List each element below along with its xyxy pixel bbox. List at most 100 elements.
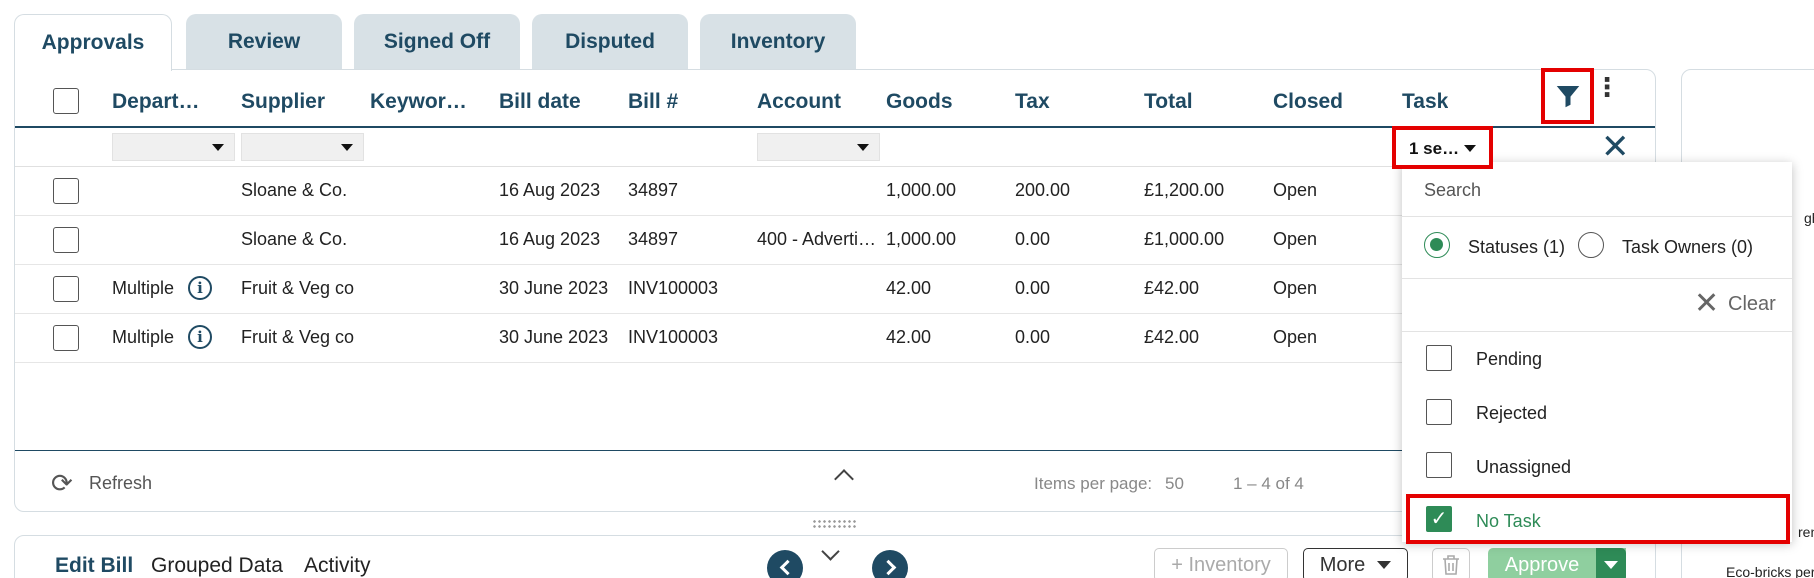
- approve-options-button[interactable]: [1596, 548, 1626, 578]
- caret-down-icon: [212, 144, 224, 151]
- column-header-supplier[interactable]: Supplier: [241, 90, 325, 114]
- more-button[interactable]: More: [1303, 548, 1408, 578]
- side-panel-text: Eco-bricks per: [1726, 564, 1814, 578]
- cell-bill-number: 34897: [628, 180, 679, 200]
- cell-tax: 0.00: [1015, 278, 1051, 298]
- option-unassigned[interactable]: Unassigned: [1476, 457, 1571, 478]
- more-button-label: More: [1319, 553, 1366, 576]
- menu-divider: [1402, 278, 1792, 279]
- previous-bill-button[interactable]: [767, 550, 803, 578]
- table-row[interactable]: Sloane & Co. 16 Aug 2023 34897 400 - Adv…: [15, 216, 1415, 265]
- pagination-range: 1 – 4 of 4: [1233, 474, 1304, 493]
- clear-filter-button[interactable]: Clear: [1728, 293, 1776, 316]
- kebab-menu-icon[interactable]: ⋮: [1594, 74, 1620, 100]
- task-filter-menu: Search Statuses (1) Task Owners (0) ✕ Cl…: [1402, 162, 1792, 542]
- caret-down-icon: [341, 144, 353, 151]
- filter-toggle-button[interactable]: [1541, 68, 1594, 124]
- cell-bill-date: 30 June 2023: [499, 327, 609, 347]
- caret-down-icon: [857, 144, 869, 151]
- cell-total: £1,200.00: [1144, 180, 1225, 200]
- tab-activity[interactable]: Activity: [304, 554, 371, 578]
- highlight-no-task: [1406, 494, 1790, 544]
- cell-total: £1,000.00: [1144, 229, 1225, 249]
- items-per-page-value[interactable]: 50: [1165, 474, 1184, 494]
- select-all-checkbox[interactable]: [53, 88, 79, 114]
- cell-bill-date: 30 June 2023: [499, 278, 609, 298]
- cell-closed: Open: [1273, 278, 1318, 298]
- table-row[interactable]: Multiple i Fruit & Veg co 30 June 2023 I…: [15, 265, 1415, 314]
- cell-closed: Open: [1273, 180, 1318, 200]
- statuses-radio[interactable]: [1424, 232, 1450, 258]
- column-header-goods[interactable]: Goods: [886, 90, 953, 114]
- cell-supplier: Sloane & Co.: [241, 229, 348, 249]
- menu-divider: [1402, 331, 1792, 332]
- cell-tax: 0.00: [1015, 229, 1051, 249]
- task-filter-search-input[interactable]: Search: [1424, 180, 1481, 201]
- approve-button-label: Approve: [1504, 553, 1580, 576]
- column-header-bill-number[interactable]: Bill #: [628, 90, 678, 114]
- cell-supplier: Fruit & Veg co: [241, 278, 355, 298]
- row-checkbox[interactable]: [53, 227, 79, 253]
- next-bill-button[interactable]: [872, 550, 908, 578]
- info-icon[interactable]: i: [188, 276, 212, 300]
- cell-department: Multiple: [112, 278, 175, 298]
- chevron-up-icon[interactable]: [834, 469, 854, 489]
- cell-total: £42.00: [1144, 327, 1200, 347]
- account-filter-dropdown[interactable]: [757, 133, 880, 161]
- tab-grouped-data[interactable]: Grouped Data: [151, 554, 283, 578]
- cell-goods: 42.00: [886, 278, 932, 298]
- task-owners-radio[interactable]: [1578, 232, 1604, 258]
- column-header-tax[interactable]: Tax: [1015, 90, 1050, 114]
- add-inventory-button[interactable]: + Inventory: [1154, 548, 1288, 578]
- side-panel-text: ght: [1804, 210, 1814, 226]
- cell-tax: 0.00: [1015, 327, 1051, 347]
- column-header-total[interactable]: Total: [1144, 90, 1193, 114]
- tab-signed-off[interactable]: Signed Off: [354, 14, 520, 70]
- cell-bill-date: 16 Aug 2023: [499, 180, 601, 200]
- column-header-department[interactable]: Depart…: [112, 90, 208, 114]
- table-row[interactable]: Multiple i Fruit & Veg co 30 June 2023 I…: [15, 314, 1415, 363]
- tab-edit-bill[interactable]: Edit Bill: [55, 554, 133, 578]
- cell-bill-number: INV100003: [628, 278, 719, 298]
- cell-goods: 1,000.00: [886, 229, 957, 249]
- trash-icon: [1443, 555, 1459, 575]
- column-header-keyword[interactable]: Keywor…: [370, 90, 466, 114]
- clear-icon[interactable]: ✕: [1694, 289, 1719, 319]
- option-pending[interactable]: Pending: [1476, 349, 1542, 370]
- row-checkbox[interactable]: [53, 325, 79, 351]
- close-icon[interactable]: ✕: [1601, 130, 1630, 164]
- info-icon[interactable]: i: [188, 325, 212, 349]
- tab-disputed[interactable]: Disputed: [532, 14, 688, 70]
- column-header-closed[interactable]: Closed: [1273, 90, 1343, 114]
- cell-supplier: Fruit & Veg co: [241, 327, 355, 347]
- menu-divider: [1402, 216, 1792, 217]
- department-filter-dropdown[interactable]: [112, 133, 235, 161]
- delete-button[interactable]: [1432, 548, 1470, 578]
- rejected-checkbox[interactable]: [1426, 399, 1452, 425]
- table-row[interactable]: Sloane & Co. 16 Aug 2023 34897 1,000.00 …: [15, 167, 1415, 216]
- option-rejected[interactable]: Rejected: [1476, 403, 1547, 424]
- tab-review[interactable]: Review: [186, 14, 342, 70]
- task-filter-dropdown[interactable]: 1 se…: [1392, 126, 1493, 169]
- items-per-page-label: Items per page:: [1034, 474, 1153, 493]
- funnel-filter-icon: [1556, 86, 1579, 108]
- statuses-radio-label[interactable]: Statuses (1): [1468, 237, 1565, 258]
- unassigned-checkbox[interactable]: [1426, 452, 1452, 478]
- caret-down-icon: [1377, 561, 1392, 569]
- refresh-button[interactable]: Refresh: [89, 473, 152, 494]
- tab-inventory[interactable]: Inventory: [700, 14, 856, 70]
- task-owners-radio-label[interactable]: Task Owners (0): [1622, 237, 1753, 258]
- column-header-bill-date[interactable]: Bill date: [499, 90, 581, 114]
- column-header-account[interactable]: Account: [757, 90, 841, 114]
- pending-checkbox[interactable]: [1426, 345, 1452, 371]
- row-checkbox[interactable]: [53, 276, 79, 302]
- cell-closed: Open: [1273, 327, 1318, 347]
- resize-handle[interactable]: [812, 519, 858, 529]
- column-header-task[interactable]: Task: [1402, 90, 1448, 114]
- cell-bill-date: 16 Aug 2023: [499, 229, 601, 249]
- task-filter-value: 1 se…: [1409, 139, 1460, 158]
- supplier-filter-dropdown[interactable]: [241, 133, 364, 161]
- refresh-icon[interactable]: ⟳: [51, 468, 73, 499]
- tab-approvals[interactable]: Approvals: [14, 14, 172, 71]
- row-checkbox[interactable]: [53, 178, 79, 204]
